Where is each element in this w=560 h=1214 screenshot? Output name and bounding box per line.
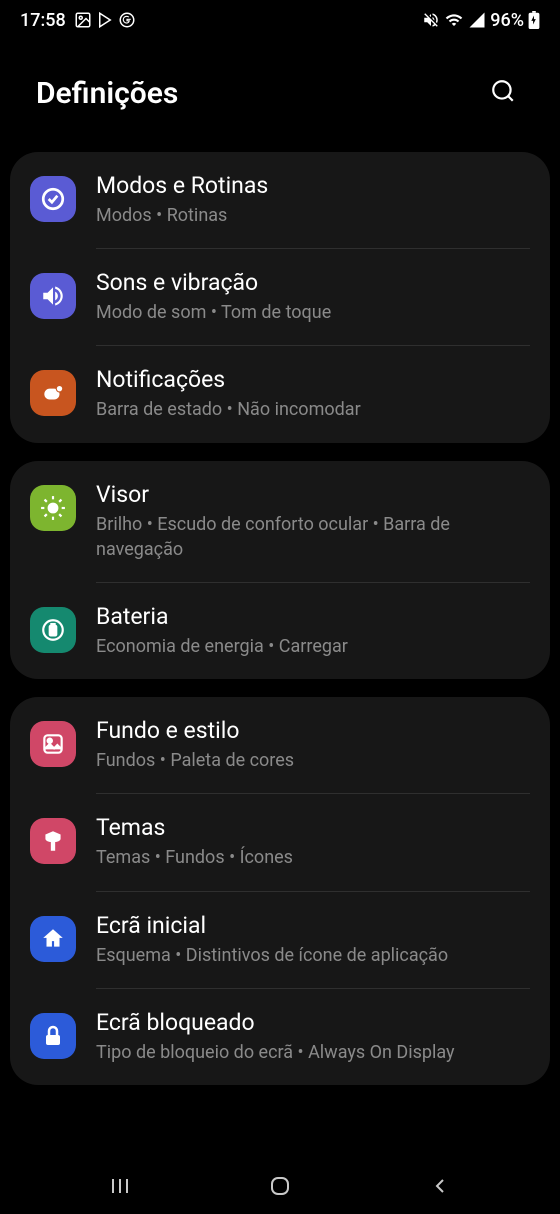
page-title: Definições <box>36 76 178 111</box>
status-bar: 17:58 96% <box>0 0 560 40</box>
item-content: Modos e Rotinas Modos • Rotinas <box>96 172 530 228</box>
recents-icon <box>108 1174 132 1198</box>
item-title: Ecrã inicial <box>96 912 530 939</box>
battery-percent: 96% <box>490 10 524 31</box>
item-content: Visor Brilho • Escudo de conforto ocular… <box>96 481 530 562</box>
item-title: Sons e vibração <box>96 269 530 296</box>
item-title: Temas <box>96 814 530 841</box>
home-button[interactable] <box>240 1166 320 1206</box>
settings-content[interactable]: Modos e Rotinas Modos • Rotinas Sons e v… <box>0 152 560 1085</box>
wifi-icon <box>444 11 464 29</box>
item-title: Visor <box>96 481 530 508</box>
item-content: Sons e vibração Modo de som • Tom de toq… <box>96 269 530 325</box>
battery-icon <box>528 11 540 29</box>
settings-item-modos-rotinas[interactable]: Modos e Rotinas Modos • Rotinas <box>30 152 530 248</box>
item-content: Bateria Economia de energia • Carregar <box>96 603 530 659</box>
settings-item-sons-vibracao[interactable]: Sons e vibração Modo de som • Tom de toq… <box>30 249 530 345</box>
play-store-icon <box>96 11 114 29</box>
display-icon <box>30 485 76 531</box>
item-subtitle: Barra de estado • Não incomodar <box>96 397 530 422</box>
settings-item-notificacoes[interactable]: Notificações Barra de estado • Não incom… <box>30 346 530 442</box>
settings-item-visor[interactable]: Visor Brilho • Escudo de conforto ocular… <box>30 461 530 582</box>
item-subtitle: Economia de energia • Carregar <box>96 634 530 659</box>
notifications-icon <box>30 370 76 416</box>
item-title: Fundo e estilo <box>96 717 530 744</box>
item-subtitle: Modo de som • Tom de toque <box>96 300 530 325</box>
back-icon <box>428 1174 452 1198</box>
mute-icon <box>422 11 440 29</box>
settings-item-ecra-inicial[interactable]: Ecrã inicial Esquema • Distintivos de íc… <box>30 892 530 988</box>
item-content: Notificações Barra de estado • Não incom… <box>96 366 530 422</box>
search-button[interactable] <box>482 70 524 116</box>
item-content: Fundo e estilo Fundos • Paleta de cores <box>96 717 530 773</box>
item-title: Modos e Rotinas <box>96 172 530 199</box>
item-content: Ecrã bloqueado Tipo de bloqueio do ecrã … <box>96 1009 530 1065</box>
item-title: Bateria <box>96 603 530 630</box>
item-subtitle: Modos • Rotinas <box>96 203 530 228</box>
lock-screen-icon <box>30 1013 76 1059</box>
header: Definições <box>0 40 560 152</box>
item-subtitle: Temas • Fundos • Ícones <box>96 845 530 870</box>
item-subtitle: Fundos • Paleta de cores <box>96 748 530 773</box>
settings-item-fundo-estilo[interactable]: Fundo e estilo Fundos • Paleta de cores <box>30 697 530 793</box>
themes-icon <box>30 818 76 864</box>
status-left-icons <box>74 11 136 29</box>
signal-icon <box>468 11 486 29</box>
settings-group: Fundo e estilo Fundos • Paleta de cores … <box>10 697 550 1085</box>
settings-item-temas[interactable]: Temas Temas • Fundos • Ícones <box>30 794 530 890</box>
battery-settings-icon <box>30 607 76 653</box>
status-left: 17:58 <box>20 10 136 31</box>
search-icon <box>490 78 516 104</box>
google-icon <box>118 11 136 29</box>
item-subtitle: Brilho • Escudo de conforto ocular • Bar… <box>96 512 530 562</box>
modes-icon <box>30 176 76 222</box>
item-subtitle: Esquema • Distintivos de ícone de aplica… <box>96 943 530 968</box>
status-time: 17:58 <box>20 10 66 31</box>
item-content: Ecrã inicial Esquema • Distintivos de íc… <box>96 912 530 968</box>
fade-overlay <box>0 1118 560 1158</box>
settings-group: Modos e Rotinas Modos • Rotinas Sons e v… <box>10 152 550 443</box>
image-icon <box>74 11 92 29</box>
item-title: Notificações <box>96 366 530 393</box>
status-right: 96% <box>422 10 540 31</box>
settings-group: Visor Brilho • Escudo de conforto ocular… <box>10 461 550 680</box>
home-nav-icon <box>268 1174 292 1198</box>
wallpaper-icon <box>30 721 76 767</box>
back-button[interactable] <box>400 1166 480 1206</box>
item-subtitle: Tipo de bloqueio do ecrã • Always On Dis… <box>96 1040 530 1065</box>
item-content: Temas Temas • Fundos • Ícones <box>96 814 530 870</box>
settings-item-bateria[interactable]: Bateria Economia de energia • Carregar <box>30 583 530 679</box>
navigation-bar <box>0 1158 560 1214</box>
recents-button[interactable] <box>80 1166 160 1206</box>
settings-item-ecra-bloqueado[interactable]: Ecrã bloqueado Tipo de bloqueio do ecrã … <box>30 989 530 1085</box>
item-title: Ecrã bloqueado <box>96 1009 530 1036</box>
sound-icon <box>30 273 76 319</box>
home-screen-icon <box>30 916 76 962</box>
